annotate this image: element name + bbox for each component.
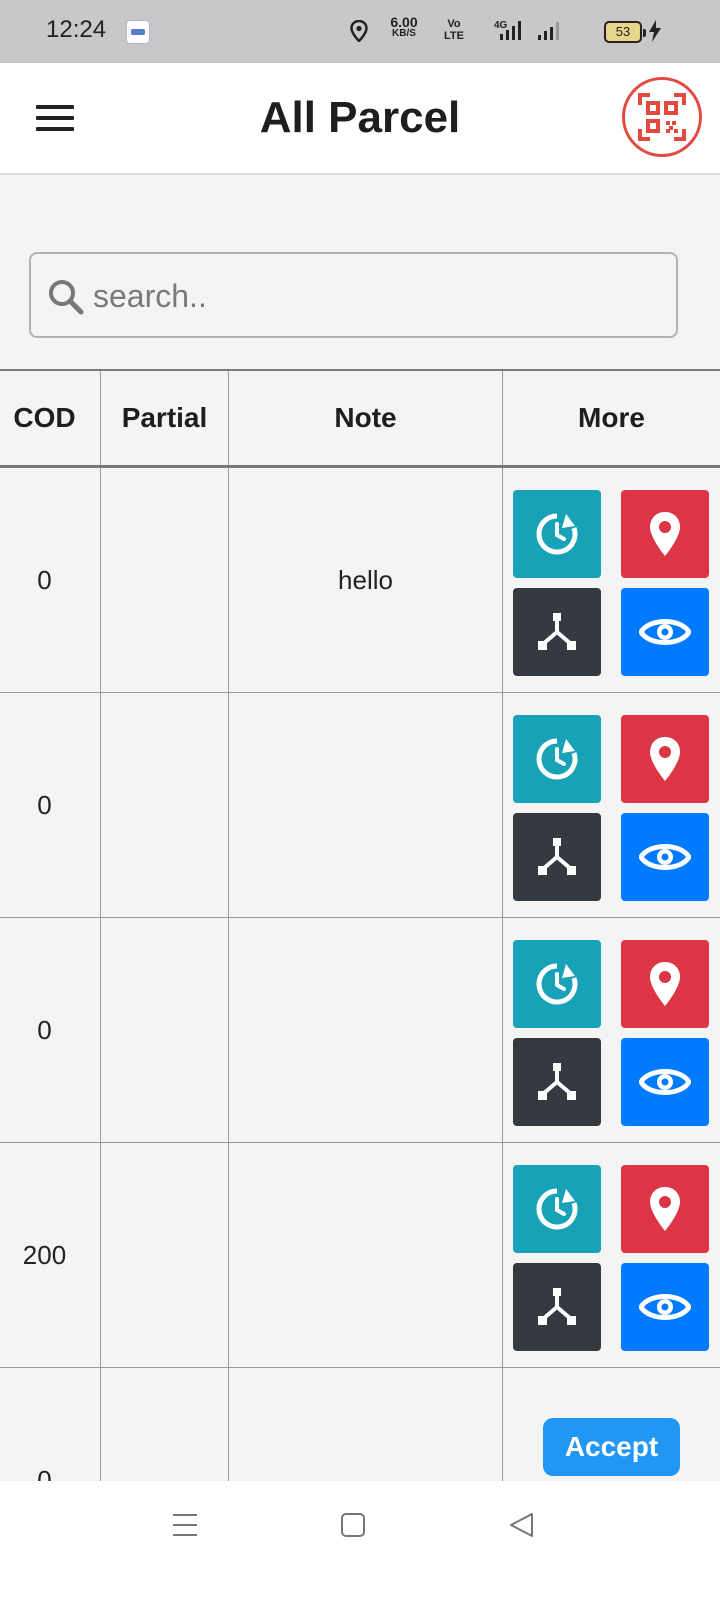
row-actions: [503, 918, 720, 1142]
status-bar: 12:24 6.00 KB/S Vo LTE 4G 53: [0, 0, 720, 63]
map-marker-icon: [650, 1187, 680, 1231]
partial-cell: [100, 466, 229, 693]
more-cell: Accept: [502, 1367, 720, 1481]
location-button[interactable]: [621, 1165, 709, 1253]
eye-icon: [639, 844, 691, 870]
note-cell: [228, 692, 503, 918]
column-header-note: Note: [228, 369, 503, 468]
view-button[interactable]: [621, 1038, 709, 1126]
square-icon: [341, 1513, 365, 1537]
row-actions: [503, 1143, 720, 1367]
table-row[interactable]: 0: [0, 692, 720, 918]
eye-icon: [639, 1069, 691, 1095]
back-button[interactable]: [508, 1511, 534, 1544]
note-cell: [228, 1367, 503, 1481]
partial-cell: [100, 1142, 229, 1368]
network-icon: [538, 838, 576, 875]
view-button[interactable]: [621, 1263, 709, 1351]
location-button[interactable]: [621, 715, 709, 803]
network-icon: [538, 1288, 576, 1325]
column-header-cod: COD: [0, 369, 101, 468]
table-header-row: COD Partial Note More: [0, 369, 720, 468]
map-marker-icon: [650, 512, 680, 556]
battery-icon: 53: [604, 21, 646, 43]
cod-cell: 0: [0, 917, 101, 1143]
assign-button[interactable]: [513, 588, 601, 676]
view-button[interactable]: [621, 588, 709, 676]
qr-scan-button[interactable]: [622, 77, 702, 157]
more-cell: [502, 1142, 720, 1368]
column-header-partial: Partial: [100, 369, 229, 468]
cod-cell: 0: [0, 1367, 101, 1481]
parcel-table-container[interactable]: COD Partial Note More 0 hello 0 0 200 0 Accept: [0, 369, 720, 1481]
history-icon: [536, 738, 578, 780]
signal-icon: [538, 22, 559, 40]
cod-cell: 0: [0, 466, 101, 693]
history-button[interactable]: [513, 715, 601, 803]
map-marker-icon: [650, 737, 680, 781]
more-cell: [502, 466, 720, 693]
triangle-back-icon: [510, 1513, 533, 1537]
history-button[interactable]: [513, 490, 601, 578]
history-icon: [536, 963, 578, 1005]
menu-lines-icon: [173, 1514, 197, 1536]
charging-icon: [649, 20, 661, 42]
location-status-icon: [350, 20, 368, 42]
qr-code-icon: [638, 93, 686, 141]
partial-cell: [100, 1367, 229, 1481]
note-cell: hello: [228, 466, 503, 693]
table-row[interactable]: 0 Accept: [0, 1367, 720, 1481]
network-icon: [538, 1063, 576, 1100]
table-row[interactable]: 0 hello: [0, 466, 720, 693]
eye-icon: [639, 1294, 691, 1320]
search-icon: [49, 280, 84, 315]
table-row[interactable]: 0: [0, 917, 720, 1143]
network-icon: [538, 613, 576, 650]
row-actions: Accept: [503, 1368, 720, 1481]
svg-text:4G: 4G: [494, 20, 508, 31]
table-row[interactable]: 200: [0, 1142, 720, 1368]
row-actions: [503, 693, 720, 917]
app-notification-icon: [126, 20, 150, 44]
page-title: All Parcel: [259, 93, 461, 142]
parcel-table: COD Partial Note More 0 hello 0 0 200 0 Accept: [0, 369, 720, 1481]
system-navigation-bar: [0, 1481, 720, 1600]
status-time: 12:24: [46, 16, 107, 43]
accept-button[interactable]: Accept: [543, 1418, 680, 1476]
history-icon: [536, 1188, 578, 1230]
assign-button[interactable]: [513, 813, 601, 901]
assign-button[interactable]: [513, 1263, 601, 1351]
view-button[interactable]: [621, 813, 709, 901]
map-marker-icon: [650, 962, 680, 1006]
note-cell: [228, 917, 503, 1143]
more-cell: [502, 917, 720, 1143]
network-speed-unit: KB/S: [392, 28, 416, 39]
history-button[interactable]: [513, 1165, 601, 1253]
more-cell: [502, 692, 720, 918]
row-actions: [503, 468, 720, 692]
signal-4g-icon: 4G: [494, 20, 521, 40]
home-button[interactable]: [340, 1511, 366, 1544]
recent-apps-button[interactable]: [172, 1511, 198, 1544]
history-icon: [536, 513, 578, 555]
location-button[interactable]: [621, 490, 709, 578]
app-bar: All Parcel: [0, 63, 720, 175]
search-input[interactable]: [91, 268, 655, 324]
network-speed: 6.00 KB/S: [378, 15, 430, 40]
assign-button[interactable]: [513, 1038, 601, 1126]
partial-cell: [100, 917, 229, 1143]
cod-cell: 200: [0, 1142, 101, 1368]
partial-cell: [100, 692, 229, 918]
column-header-more: More: [502, 369, 720, 468]
eye-icon: [639, 619, 691, 645]
search-box[interactable]: [29, 252, 678, 338]
note-cell: [228, 1142, 503, 1368]
location-button[interactable]: [621, 940, 709, 1028]
cod-cell: 0: [0, 692, 101, 918]
history-button[interactable]: [513, 940, 601, 1028]
volte-icon: Vo LTE: [444, 18, 464, 42]
